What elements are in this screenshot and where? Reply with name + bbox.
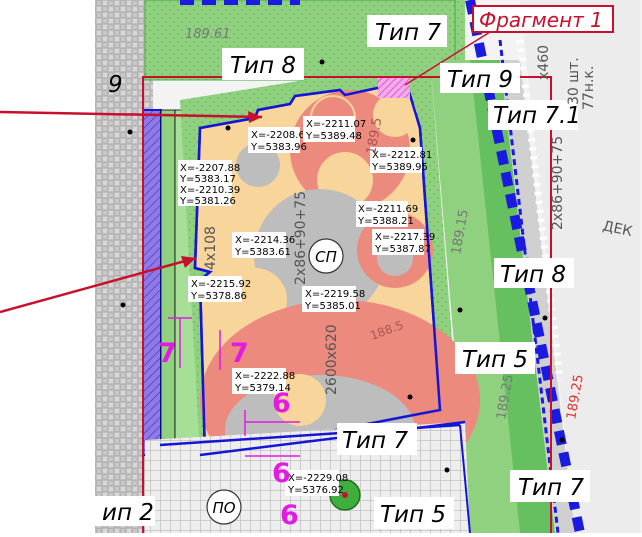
coord-x: X=-2211.07 [306, 119, 366, 130]
coord-y: Y=5383.61 [234, 247, 291, 258]
left-margin [0, 0, 95, 533]
coord-y: Y=5389.95 [371, 162, 428, 173]
section-mark: 7 [230, 338, 249, 369]
dimension-text: 4x108 [203, 226, 219, 270]
dimension-text: x460 [536, 45, 552, 80]
coord-x: X=-2229.08 [288, 473, 348, 484]
type-label: Тип 8 [230, 53, 296, 79]
dimension-text: 2x86+90+75 [550, 136, 566, 230]
coord-x: X=-2215.92 [191, 279, 251, 290]
dimension-text: 30 шт. [566, 57, 582, 105]
type-label: ип 2 [102, 500, 154, 526]
section-mark: 7 [158, 338, 177, 369]
type-label: Тип 9 [447, 67, 513, 93]
type-label: 9 [108, 72, 123, 98]
coord-x: X=-2212.81 [372, 150, 432, 161]
coord-x: X=-2211.69 [358, 204, 418, 215]
coord-y: Y=5383.96 [250, 142, 307, 153]
type-label: Тип 7 [342, 428, 408, 454]
coord-y: Y=5381.26 [179, 196, 236, 207]
po-label: ПО [212, 499, 235, 517]
coord-y: Y=5378.86 [190, 291, 247, 302]
marker-square [378, 76, 410, 98]
coord-y: Y=5388.21 [357, 216, 414, 227]
section-mark: 6 [280, 500, 299, 531]
dimension-text: 2x86+90+75 [293, 191, 309, 285]
coord-x: X=-2217.39 [375, 232, 435, 243]
type-label: Тип 8 [500, 262, 566, 288]
coord-y: Y=5376.92 [287, 485, 344, 496]
site-plan-canvas: Фрагмент 1 Тип 7 Тип 8 Тип 9 Тип 7.1 Тип… [0, 0, 642, 537]
dimension-text: 2600x620 [324, 324, 340, 395]
coord-x: X=-2208.67 [251, 130, 311, 141]
coord-y: Y=5387.87 [374, 244, 431, 255]
dimension-text: 77н.к. [581, 66, 597, 110]
coord-x: X=-2222.88 [235, 371, 295, 382]
coord-y: Y=5389.48 [305, 131, 362, 142]
coord-y: Y=5385.01 [304, 301, 361, 312]
fragment-label: Фрагмент 1 [479, 8, 603, 32]
section-mark: 6 [272, 388, 291, 419]
coord-y: Y=5383.17 [179, 174, 236, 185]
type-label: Тип 7 [375, 20, 441, 46]
type-label: Тип 5 [462, 347, 528, 373]
section-mark: 6 [272, 458, 291, 489]
coord-x: X=-2214.36 [235, 235, 295, 246]
type-label: Тип 7 [518, 475, 584, 501]
coord-x: X=-2210.39 [180, 185, 240, 196]
sp-label: СП [315, 248, 337, 266]
coord-x: X=-2219.58 [305, 289, 365, 300]
coord-x: X=-2207.88 [180, 163, 240, 174]
site-plan-drawing: Фрагмент 1 Тип 7 Тип 8 Тип 9 Тип 7.1 Тип… [0, 0, 642, 537]
elevation-label: 189.61 [185, 27, 231, 42]
type-label: Тип 7.1 [493, 103, 581, 129]
hatched-strip [142, 109, 162, 456]
type-label: Тип 5 [380, 502, 446, 528]
